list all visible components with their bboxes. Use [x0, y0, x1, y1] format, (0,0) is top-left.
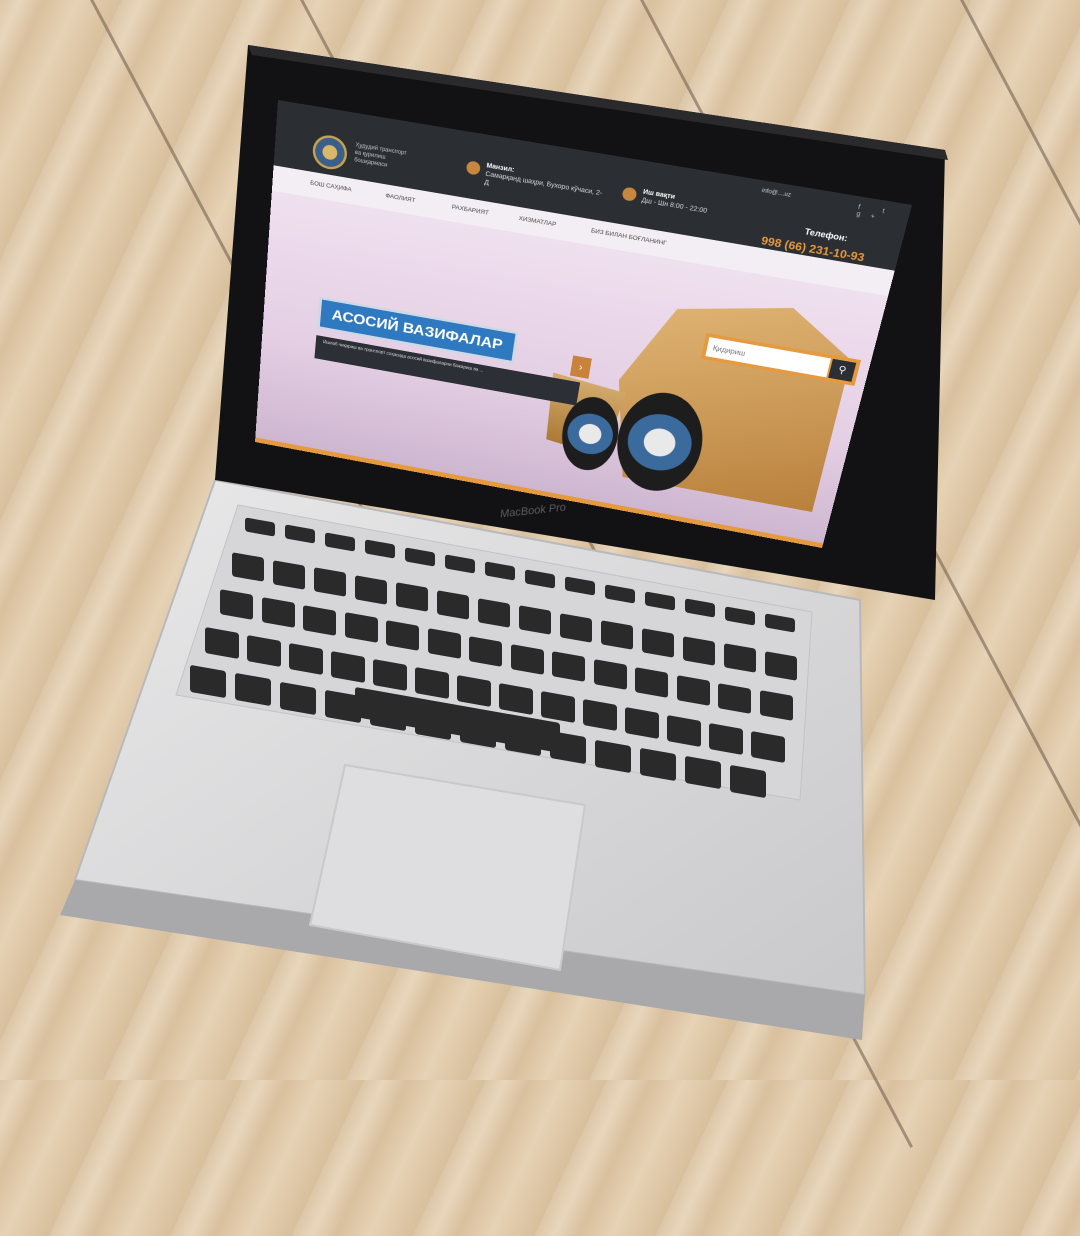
phone-label: Телефон:	[803, 226, 849, 244]
nav-item-contact[interactable]: Биз билан боғланинг	[590, 228, 667, 247]
email-link[interactable]: info@....uz	[761, 188, 791, 199]
search-icon[interactable]: ⚲	[828, 358, 857, 382]
address-block: Манзил: Самарқанд шаҳри, Бухоро кўчаси, …	[484, 162, 605, 207]
desk-scene: Ҳудудий транспорт ва қурилиш бошқармаси …	[0, 0, 1080, 1236]
nav-item-leadership[interactable]: Рахбарият	[451, 204, 489, 217]
social-icons[interactable]: f t g+	[856, 204, 910, 226]
nav-item-services[interactable]: Хизматлар	[518, 215, 556, 228]
clock-icon	[621, 186, 638, 202]
hours-block: Иш вақти Дш - Шн 8:00 - 22:00	[641, 188, 744, 221]
nav-item-home[interactable]: Бош саҳифа	[310, 180, 352, 193]
emblem-logo	[311, 132, 349, 172]
address-value: Самарқанд шаҳри, Бухоро кўчаси, 2-Д	[483, 171, 603, 198]
org-name: Ҳудудий транспорт ва қурилиш бошқармаси	[354, 142, 442, 179]
chevron-right-icon[interactable]: ›	[569, 355, 592, 379]
nav-item-activity[interactable]: Фаолият	[385, 193, 416, 204]
location-pin-icon	[465, 160, 481, 176]
